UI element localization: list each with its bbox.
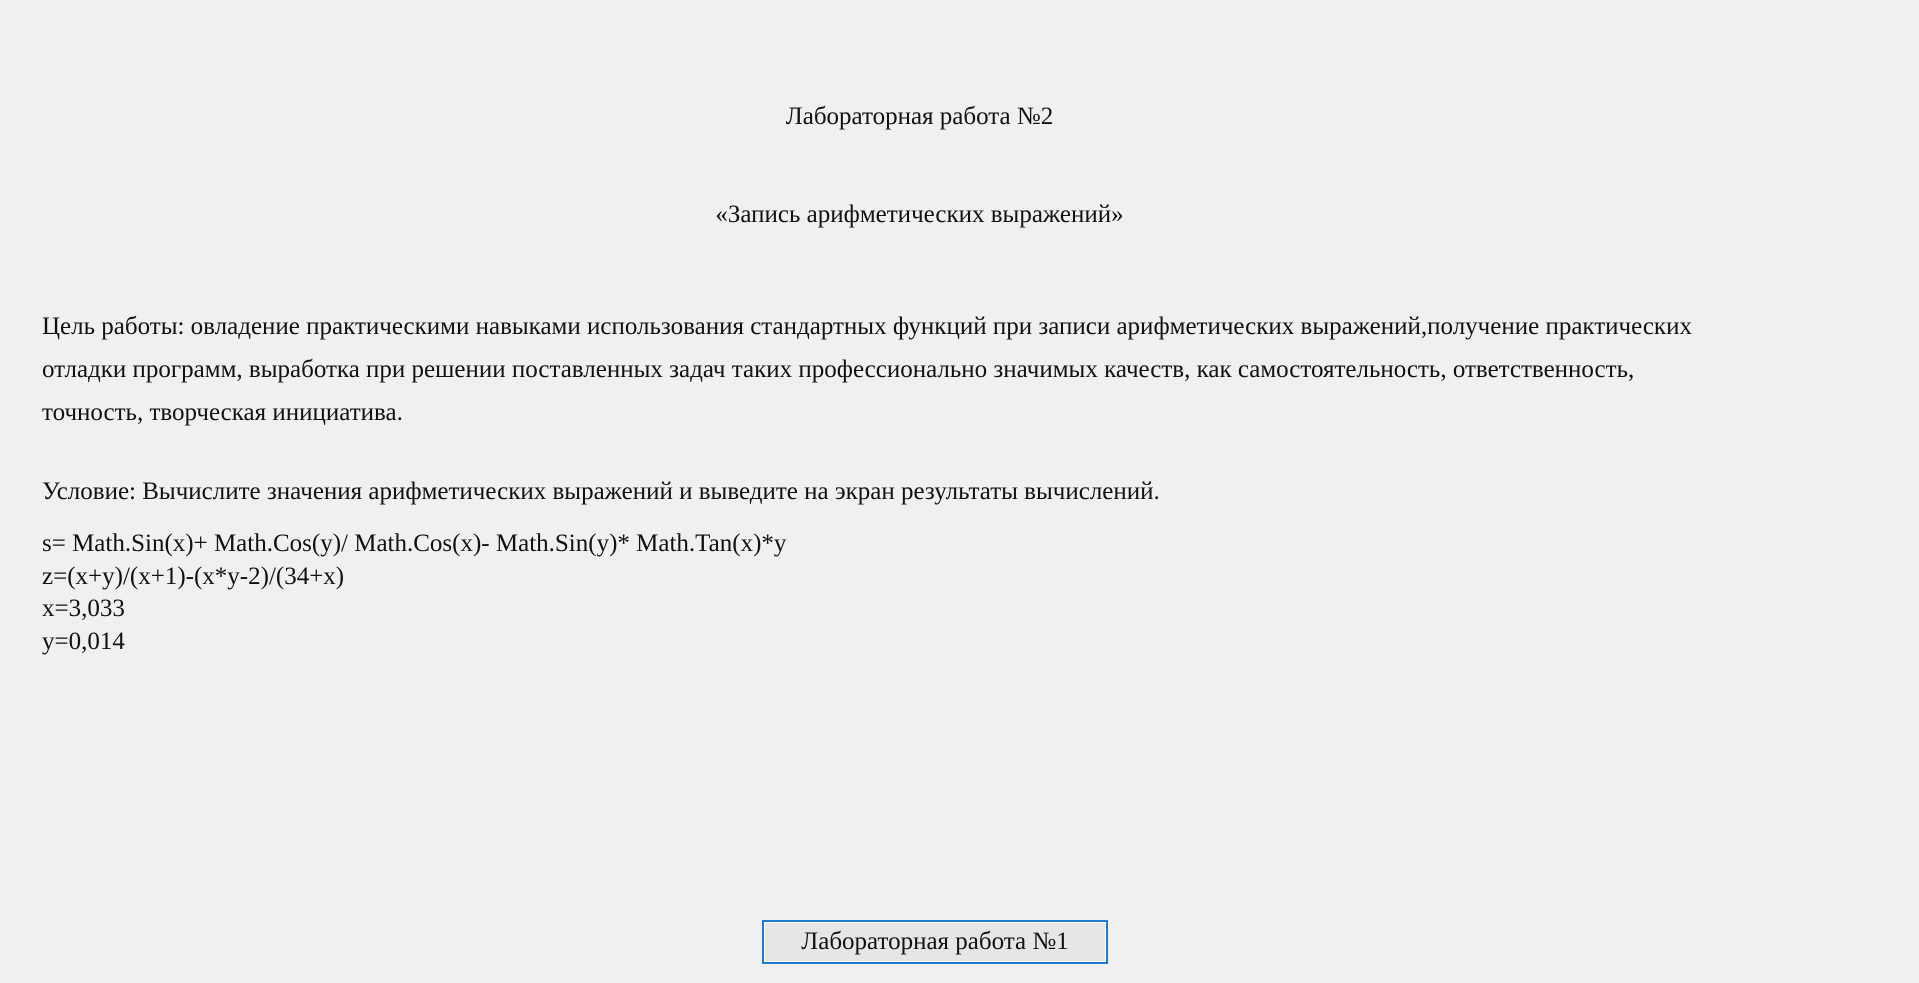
page-title: Лабораторная работа №2: [785, 103, 1054, 130]
goal-line: точность, творческая инициатива.: [42, 399, 403, 426]
condition-text: Условие: Вычислите значения арифметическ…: [42, 478, 1160, 505]
formula-s: s= Math.Sin(x)+ Math.Cos(y)/ Math.Cos(x)…: [42, 530, 787, 557]
formula-z: z=(x+y)/(x+1)-(x*y-2)/(34+x): [42, 562, 345, 590]
goal-line: Цель работы: овладение практическими нав…: [42, 313, 1692, 340]
lab-1-button[interactable]: Лабораторная работа №1: [762, 920, 1108, 964]
page-subtitle: «Запись арифметических выражений»: [715, 201, 1124, 228]
value-y: y=0,014: [42, 627, 125, 655]
goal-paragraph: Цель работы: овладение практическими нав…: [42, 305, 1919, 434]
formulas-block: s= Math.Sin(x)+ Math.Cos(y)/ Math.Cos(x)…: [42, 528, 786, 658]
goal-line: отладки программ, выработка при решении …: [42, 356, 1635, 383]
value-x: x=3,033: [42, 595, 125, 622]
